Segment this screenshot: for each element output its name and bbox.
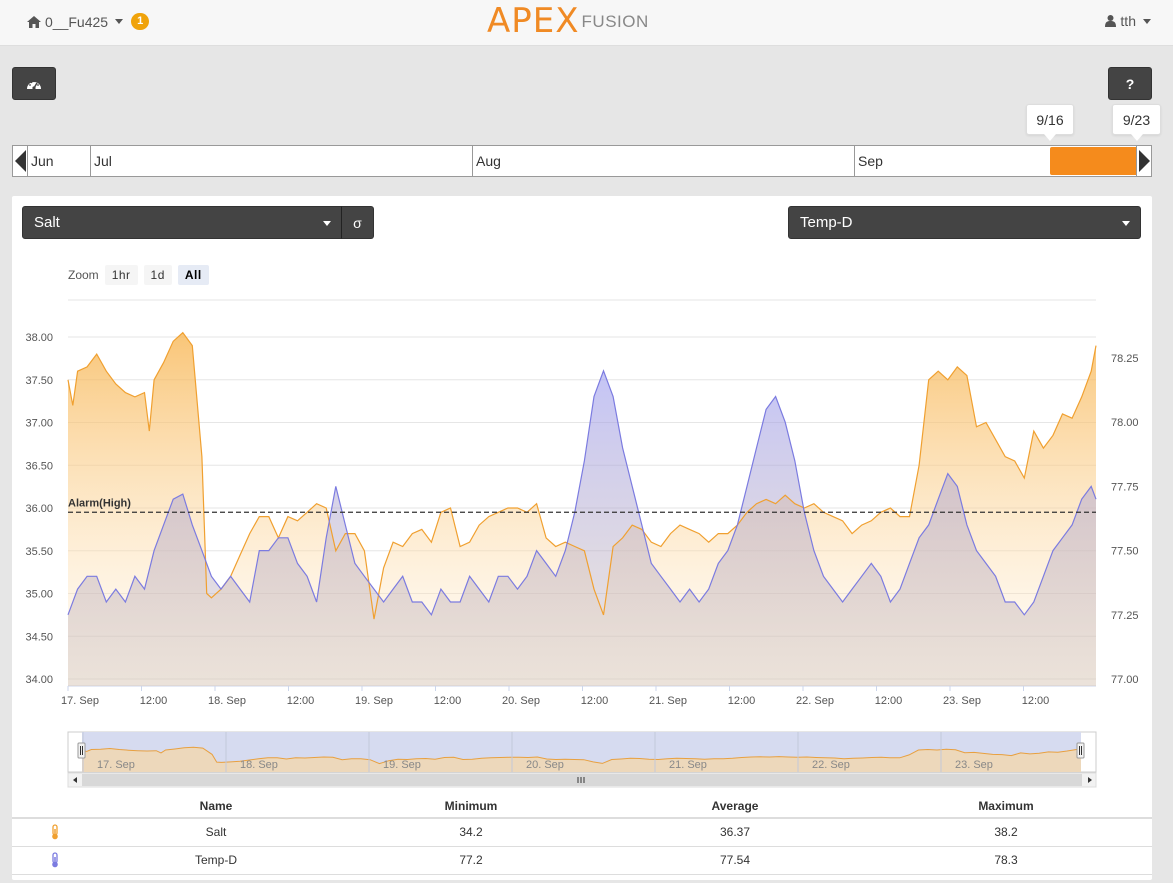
left-tick-label: 34.00: [25, 674, 53, 686]
right-tick-label: 78.25: [1111, 353, 1139, 365]
header-maximum: Maximum: [978, 799, 1034, 813]
navigator-handle: [77, 742, 86, 759]
header-name: Name: [199, 799, 233, 813]
right-tick-label: 77.25: [1111, 610, 1139, 622]
left-tick-label: 38.00: [25, 332, 53, 344]
x-tick-label: 12:00: [581, 695, 609, 707]
left-axis: 38.00 37.50 37.00 36.50 36.00 35.50 35.00 34.50…: [25, 332, 53, 686]
navigator-label: 19. Sep: [383, 759, 421, 771]
row-average: 77.54: [719, 853, 751, 867]
header-minimum: Minimum: [444, 799, 498, 813]
right-axis: 78.25 78.00 77.75 77.50 77.25 77.00: [1111, 353, 1139, 686]
table-row: Temp-D 77.2 77.54 78.3: [12, 847, 1152, 875]
stats-table: Name Minimum Average Maximum Salt 34.2 3…: [12, 793, 1152, 875]
left-tick-label: 36.50: [25, 460, 53, 472]
table-row: Salt 34.2 36.37 38.2: [12, 819, 1152, 847]
row-minimum: 34.2: [459, 825, 483, 839]
x-tick-label: 19. Sep: [355, 695, 393, 707]
navigator-label: 20. Sep: [526, 759, 564, 771]
row-maximum: 78.3: [994, 853, 1018, 867]
row-average: 36.37: [719, 825, 751, 839]
x-tick-label: 22. Sep: [796, 695, 834, 707]
thermometer-icon: [52, 852, 58, 868]
x-tick-label: 17. Sep: [61, 695, 99, 707]
left-tick-label: 37.00: [25, 418, 53, 430]
left-tick-label: 36.00: [25, 503, 53, 515]
left-tick-label: 35.00: [25, 589, 53, 601]
navigator-scrollbar-thumb: [82, 774, 1082, 786]
left-tick-label: 35.50: [25, 546, 53, 558]
range-navigator[interactable]: 17. Sep 18. Sep 19. Sep 20. Sep 21. Sep 22. S…: [67, 731, 1097, 788]
navigator-label: 23. Sep: [955, 759, 993, 771]
x-tick-label: 12:00: [434, 695, 462, 707]
left-tick-label: 34.50: [25, 631, 53, 643]
stats-header-row: Name Minimum Average Maximum: [12, 793, 1152, 819]
navigator-label: 21. Sep: [669, 759, 707, 771]
navigator-label: 17. Sep: [97, 759, 135, 771]
x-tick-label: 12:00: [1022, 695, 1050, 707]
left-tick-label: 37.50: [25, 375, 53, 387]
x-tick-label: 12:00: [875, 695, 903, 707]
row-minimum: 77.2: [459, 853, 483, 867]
navigator-label: 22. Sep: [812, 759, 850, 771]
x-tick-label: 12:00: [140, 695, 168, 707]
x-tick-label: 23. Sep: [943, 695, 981, 707]
x-tick-label: 12:00: [728, 695, 756, 707]
row-name: Temp-D: [194, 853, 237, 867]
navigator-handle: [1076, 742, 1085, 759]
x-tick-label: 21. Sep: [649, 695, 687, 707]
x-tick-label: 12:00: [287, 695, 315, 707]
x-tick-label: 20. Sep: [502, 695, 540, 707]
probe-chart: 38.00 37.50 37.00 36.50 36.00 35.50 35.00 34.50…: [25, 299, 1139, 788]
row-name: Salt: [205, 825, 227, 839]
right-tick-label: 77.50: [1111, 546, 1139, 558]
right-tick-label: 78.00: [1111, 417, 1139, 429]
navigator-label: 18. Sep: [240, 759, 278, 771]
row-maximum: 38.2: [994, 825, 1018, 839]
thermometer-icon: [52, 824, 58, 840]
right-tick-label: 77.75: [1111, 481, 1139, 493]
header-average: Average: [711, 799, 759, 813]
series-areas: [68, 332, 1096, 686]
alarm-label: Alarm(High): [68, 497, 131, 509]
x-tick-label: 18. Sep: [208, 695, 246, 707]
right-tick-label: 77.00: [1111, 674, 1139, 686]
x-axis: 17. Sep 12:00 18. Sep 12:00 19. Sep 12:00 20. …: [61, 686, 1049, 707]
